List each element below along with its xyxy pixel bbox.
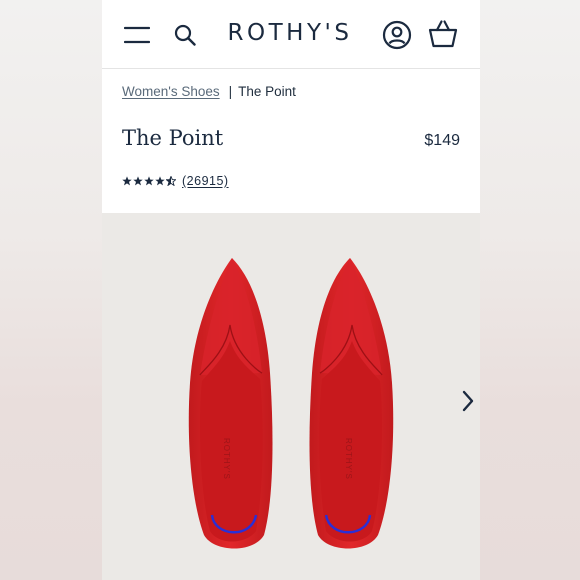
- breadcrumb-separator: |: [228, 84, 233, 99]
- star-icon: [155, 176, 165, 186]
- background-left: [0, 0, 102, 580]
- brand-logo[interactable]: ROTHY'S: [220, 20, 360, 46]
- right-shoe: ROTHY'S: [309, 258, 394, 549]
- breadcrumb: Women's Shoes | The Point: [122, 84, 296, 99]
- insole-logo-text: ROTHY'S: [222, 438, 231, 480]
- search-icon[interactable]: [170, 20, 200, 50]
- product-price: $149: [424, 132, 460, 149]
- background-right: [480, 0, 580, 580]
- menu-icon[interactable]: [122, 20, 152, 50]
- review-count-link[interactable]: (26915): [182, 174, 229, 188]
- star-icon: [133, 176, 143, 186]
- mobile-page: ROTHY'S Women's Shoes | The Point The Po…: [102, 0, 480, 580]
- product-title: The Point: [122, 126, 224, 150]
- rating-stars: [122, 176, 176, 186]
- left-shoe: ROTHY'S: [188, 258, 273, 549]
- account-icon[interactable]: [380, 18, 414, 52]
- product-image-shoes: ROTHY'S ROTHY'S: [188, 258, 394, 549]
- star-icon: [122, 176, 132, 186]
- insole-logo-text: ROTHY'S: [344, 438, 353, 480]
- chevron-right-icon[interactable]: [458, 389, 478, 413]
- product-rating[interactable]: (26915): [122, 174, 229, 188]
- site-header: ROTHY'S: [102, 0, 480, 69]
- product-image-gallery[interactable]: ROTHY'S ROTHY'S: [102, 213, 480, 580]
- breadcrumb-current: The Point: [238, 84, 296, 99]
- breadcrumb-link-womens-shoes[interactable]: Women's Shoes: [122, 84, 220, 99]
- half-star-icon: [166, 176, 176, 186]
- star-icon: [144, 176, 154, 186]
- cart-icon[interactable]: [426, 16, 460, 52]
